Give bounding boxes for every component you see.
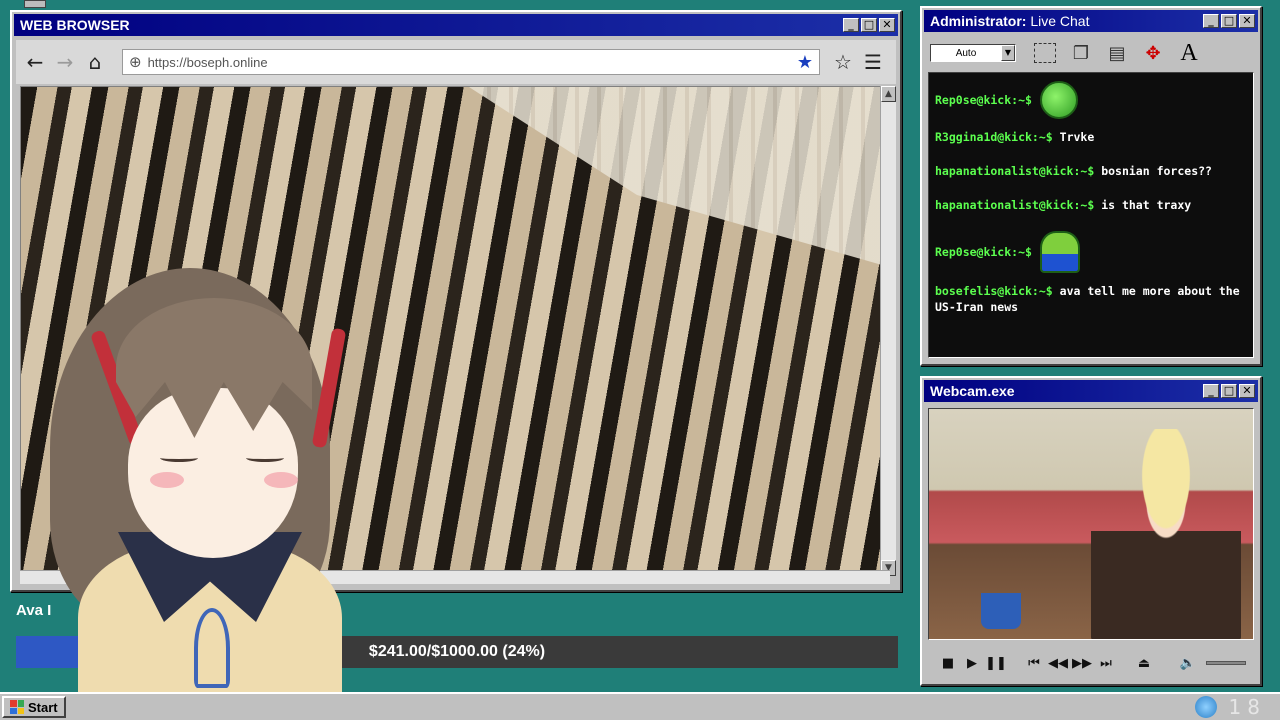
mug (981, 593, 1021, 629)
font-icon[interactable]: A (1174, 39, 1204, 67)
select-rect-icon[interactable] (1030, 39, 1060, 67)
volume-icon[interactable]: 🔈 (1180, 656, 1196, 671)
vertical-scrollbar[interactable]: ▲ ▼ (880, 86, 896, 576)
chevron-down-icon[interactable]: ▼ (1001, 45, 1015, 61)
green-smile-emote (1039, 81, 1078, 119)
minimize-button[interactable]: _ (1203, 384, 1219, 398)
chat-message: hapanationalist@kick:~$ bosnian forces?? (935, 163, 1247, 179)
stop-icon[interactable]: ■ (936, 656, 960, 671)
bookmark-star-icon[interactable]: ★ (797, 52, 813, 73)
font-size-select[interactable]: Auto ▼ (930, 44, 1016, 62)
system-tray: 18 (1183, 695, 1278, 719)
chat-message: Rep0se@kick:~$ (935, 231, 1247, 273)
home-icon[interactable]: ⌂ (82, 49, 108, 75)
back-arrow-icon[interactable]: ← (22, 49, 48, 75)
taskbar: Start 18 (0, 692, 1280, 720)
move-icon[interactable]: ✥ (1138, 39, 1168, 67)
paste-icon[interactable]: ▤ (1102, 39, 1132, 67)
webcam-window: Webcam.exe _ □ ✕ ■ ▶ ❚❚ ⏮ ◀◀ ▶▶ ⏭ ⏏ 🔈 (920, 376, 1262, 686)
webcam-titlebar[interactable]: Webcam.exe _ □ ✕ (924, 380, 1258, 402)
close-button[interactable]: ✕ (1239, 14, 1255, 28)
media-controls: ■ ▶ ❚❚ ⏮ ◀◀ ▶▶ ⏭ ⏏ 🔈 (928, 648, 1254, 678)
chat-message: hapanationalist@kick:~$ is that traxy (935, 197, 1247, 213)
eject-icon[interactable]: ⏏ (1132, 656, 1156, 671)
vtuber-avatar (28, 268, 348, 720)
menu-icon[interactable]: ☰ (860, 49, 886, 75)
copy-icon[interactable]: ❐ (1066, 39, 1096, 67)
chat-text: is that traxy (1101, 198, 1192, 212)
start-label: Start (28, 699, 58, 715)
scroll-up-arrow[interactable]: ▲ (881, 86, 896, 102)
maximize-button[interactable]: □ (861, 18, 877, 32)
network-icon[interactable] (1194, 696, 1217, 718)
favorites-icon[interactable]: ☆ (830, 49, 856, 75)
chat-username[interactable]: R3ggina1d@kick:~$ (935, 130, 1053, 144)
desktop-icon[interactable] (24, 0, 46, 8)
avatar-blush-right (264, 472, 298, 488)
avatar-eye-right (246, 454, 284, 462)
play-icon[interactable]: ▶ (960, 656, 984, 671)
volume-slider[interactable] (1206, 661, 1246, 665)
skip-back-icon[interactable]: ⏮ (1022, 656, 1046, 671)
chat-window: Administrator: Live Chat _ □ ✕ Auto ▼ ❐ … (920, 6, 1262, 366)
webcam-feed (928, 408, 1254, 640)
font-size-value: Auto (955, 47, 977, 59)
frog-emote (1039, 231, 1080, 273)
chat-title-admin: Administrator: (930, 13, 1027, 29)
maximize-button[interactable]: □ (1221, 14, 1237, 28)
chat-message: Rep0se@kick:~$ (935, 81, 1247, 119)
browser-title: WEB BROWSER (20, 17, 130, 33)
close-button[interactable]: ✕ (1239, 384, 1255, 398)
rewind-icon[interactable]: ◀◀ (1046, 656, 1070, 671)
browser-navbar: ← → ⌂ ⊕ https://boseph.online ★ ☆ ☰ (16, 40, 896, 84)
chat-title-rest: Live Chat (1026, 13, 1090, 29)
chat-title: Administrator: Live Chat (930, 13, 1201, 29)
ribbon-tie (194, 608, 230, 688)
globe-icon: ⊕ (129, 53, 142, 71)
chat-username[interactable]: bosefelis@kick:~$ (935, 284, 1053, 298)
chat-username[interactable]: Rep0se@kick:~$ (935, 244, 1032, 260)
chat-toolbar: Auto ▼ ❐ ▤ ✥ A (926, 36, 1256, 70)
minimize-button[interactable]: _ (843, 18, 859, 32)
address-bar[interactable]: ⊕ https://boseph.online ★ (122, 49, 820, 75)
minimize-button[interactable]: _ (1203, 14, 1219, 28)
streamer-avatar (1091, 429, 1241, 639)
maximize-button[interactable]: □ (1221, 384, 1237, 398)
chat-username[interactable]: hapanationalist@kick:~$ (935, 198, 1094, 212)
avatar-blush-left (150, 472, 184, 488)
chat-message: bosefelis@kick:~$ ava tell me more about… (935, 283, 1247, 315)
close-button[interactable]: ✕ (879, 18, 895, 32)
avatar-eye-left (160, 454, 198, 462)
forward-arrow-icon[interactable]: → (52, 49, 78, 75)
windows-logo-icon (10, 700, 24, 714)
url-text[interactable]: https://boseph.online (148, 55, 797, 70)
webcam-title: Webcam.exe (930, 383, 1015, 399)
chat-message: R3ggina1d@kick:~$ Trvke (935, 129, 1247, 145)
background-wall (469, 87, 889, 267)
chat-username[interactable]: hapanationalist@kick:~$ (935, 164, 1094, 178)
fast-forward-icon[interactable]: ▶▶ (1070, 656, 1094, 671)
browser-titlebar[interactable]: WEB BROWSER _ □ ✕ (14, 14, 898, 36)
chat-username[interactable]: Rep0se@kick:~$ (935, 92, 1032, 108)
clock: 18 (1228, 695, 1266, 719)
chat-text: bosnian forces?? (1101, 164, 1212, 178)
chat-text: Trvke (1059, 130, 1095, 144)
pause-icon[interactable]: ❚❚ (984, 656, 1008, 671)
chat-log[interactable]: Rep0se@kick:~$ R3ggina1d@kick:~$ Trvke hap… (928, 72, 1254, 358)
skip-forward-icon[interactable]: ⏭ (1094, 656, 1118, 671)
chat-titlebar[interactable]: Administrator: Live Chat _ □ ✕ (924, 10, 1258, 32)
start-button[interactable]: Start (2, 696, 66, 718)
